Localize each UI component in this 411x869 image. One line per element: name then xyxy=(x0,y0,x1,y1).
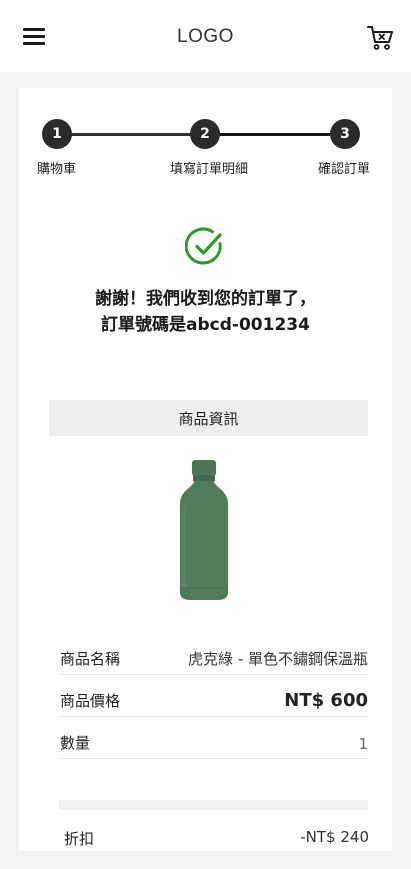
step-2-circle: 2 xyxy=(190,119,220,149)
step-2-label: 填寫訂單明細 xyxy=(170,162,249,177)
quantity-row: 數量 1 xyxy=(59,729,368,759)
quantity-label: 數量 xyxy=(60,734,91,752)
step-3-label: 確認訂單 xyxy=(318,162,371,177)
check-circle-icon xyxy=(185,227,222,265)
product-price-row: 商品價格 NT$ 600 xyxy=(59,687,368,717)
stepper-line xyxy=(69,133,205,136)
step-3-circle: 3 xyxy=(330,119,360,149)
section-title: 商品資訊 xyxy=(178,409,239,428)
product-info-header: 商品資訊 xyxy=(49,400,368,436)
app-header: LOGO xyxy=(0,0,411,72)
divider-bar xyxy=(59,800,368,810)
thank-you-message: 謝謝！我們收到您的訂單了， xyxy=(95,289,316,309)
step-1-label: 購物車 xyxy=(37,162,77,177)
discount-value: -NT$ 240 xyxy=(300,828,369,846)
product-name-value: 虎克綠 - 單色不鏽鋼保溫瓶 xyxy=(188,650,368,668)
product-price-label: 商品價格 xyxy=(60,692,121,710)
stepper-line xyxy=(205,133,345,136)
order-confirmation-card: 1 2 3 購物車 填寫訂單明細 確認訂單 謝謝！我們收到您的訂單了， 訂單號碼… xyxy=(19,88,392,851)
step-1-circle: 1 xyxy=(42,119,72,149)
shopping-cart-icon[interactable] xyxy=(366,23,394,51)
product-image xyxy=(180,460,228,600)
quantity-value: 1 xyxy=(358,735,368,753)
order-number: 訂單號碼是abcd-001234 xyxy=(101,315,310,335)
product-price-value: NT$ 600 xyxy=(284,690,368,711)
product-name-row: 商品名稱 虎克綠 - 單色不鏽鋼保溫瓶 xyxy=(59,645,368,675)
product-name-label: 商品名稱 xyxy=(60,650,121,668)
discount-label: 折扣 xyxy=(64,830,95,848)
logo[interactable]: LOGO xyxy=(0,26,411,48)
